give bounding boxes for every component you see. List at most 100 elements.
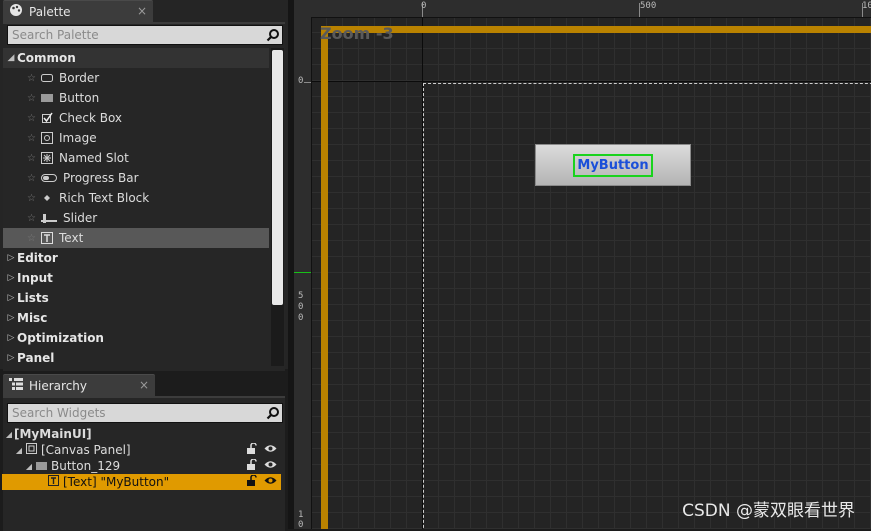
eye-icon[interactable] — [264, 475, 277, 489]
canvas-text-widget[interactable]: MyButton — [573, 153, 653, 177]
palette-search-input[interactable] — [8, 27, 264, 43]
category-label: Lists — [17, 291, 49, 305]
palette-icon — [9, 3, 23, 20]
palette-search[interactable] — [7, 25, 283, 45]
palette-item-label: Image — [59, 131, 97, 145]
eye-icon[interactable] — [264, 459, 277, 473]
hierarchy-row-button[interactable]: ◢ Button_129 — [2, 458, 281, 474]
collapsed-arrow-icon: ▷ — [7, 273, 15, 283]
origin-axis-horizontal — [312, 81, 871, 82]
palette-item-border[interactable]: ☆ Border — [3, 68, 266, 88]
palette-item-label: Named Slot — [59, 151, 129, 165]
collapsed-arrow-icon: ▷ — [7, 313, 15, 323]
star-icon[interactable]: ☆ — [27, 73, 39, 84]
hierarchy-row-canvas-panel[interactable]: ◢ [Canvas Panel] — [2, 442, 281, 458]
hierarchy-tab[interactable]: Hierarchy × — [3, 374, 155, 396]
category-label: Misc — [17, 311, 48, 325]
hierarchy-icon — [9, 378, 23, 393]
star-icon[interactable]: ☆ — [27, 213, 39, 224]
canvas-border-left — [321, 26, 328, 529]
hierarchy-search-input[interactable] — [8, 405, 264, 421]
star-icon[interactable]: ☆ — [27, 93, 39, 104]
progress-bar-icon — [41, 172, 57, 184]
close-icon[interactable]: × — [137, 4, 147, 18]
hierarchy-search[interactable] — [7, 403, 283, 423]
collapsed-arrow-icon: ▷ — [7, 293, 15, 303]
star-icon[interactable]: ☆ — [27, 173, 39, 184]
palette-item-label: Check Box — [59, 111, 123, 125]
hierarchy-row-text[interactable]: [Text] "MyButton" — [2, 474, 281, 490]
category-lists[interactable]: ▷ Lists — [3, 288, 49, 308]
palette-panel: Palette × ◢ Common ☆ Border ☆ Button ☆ C… — [0, 0, 288, 371]
palette-item-progress-bar[interactable]: ☆ Progress Bar — [3, 168, 266, 188]
slider-icon — [41, 212, 57, 224]
button-icon — [41, 92, 53, 104]
palette-item-named-slot[interactable]: ☆ Named Slot — [3, 148, 266, 168]
palette-item-label: Border — [59, 71, 100, 85]
category-editor[interactable]: ▷ Editor — [3, 248, 58, 268]
ruler-guide — [294, 272, 311, 273]
collapsed-arrow-icon: ▷ — [7, 253, 15, 263]
ruler-label: 5 — [298, 291, 304, 301]
canvas-button-widget[interactable]: MyButton — [535, 144, 691, 186]
category-label: Panel — [17, 351, 55, 365]
category-input[interactable]: ▷ Input — [3, 268, 53, 288]
ruler-label: 10 — [862, 1, 871, 11]
ruler-label: 0 — [421, 1, 427, 11]
hierarchy-row-label: [MyMainUI] — [14, 427, 92, 441]
palette-item-text[interactable]: ☆ Text — [3, 228, 269, 248]
search-icon[interactable] — [264, 26, 282, 44]
palette-item-image[interactable]: ☆ Image — [3, 128, 266, 148]
ruler-label: 0 — [298, 313, 304, 323]
image-icon — [41, 132, 53, 144]
palette-item-label: Button — [59, 91, 100, 105]
palette-scrollbar[interactable] — [271, 48, 284, 366]
star-icon[interactable]: ☆ — [27, 113, 39, 124]
hierarchy-panel: Hierarchy × ◢ [MyMainUI] ◢ [Canvas Panel… — [0, 372, 288, 531]
star-icon[interactable]: ☆ — [27, 193, 39, 204]
palette-item-label: Slider — [63, 211, 98, 225]
ruler-label: 0 — [298, 76, 304, 86]
zoom-label: Zoom -3 — [320, 24, 394, 43]
palette-scroll-thumb[interactable] — [272, 50, 283, 305]
collapsed-arrow-icon: ▷ — [7, 333, 15, 343]
palette-item-slider[interactable]: ☆ Slider — [3, 208, 266, 228]
category-misc[interactable]: ▷ Misc — [3, 308, 48, 328]
category-panel[interactable]: ▷ Panel — [3, 348, 55, 368]
hierarchy-row-root[interactable]: ◢ [MyMainUI] — [2, 426, 281, 442]
category-common[interactable]: ◢ Common — [3, 48, 269, 68]
horizontal-ruler: 0 500 10 — [294, 0, 871, 18]
palette-item-rich-text-block[interactable]: ☆ Rich Text Block — [3, 188, 266, 208]
rich-text-icon — [41, 192, 53, 204]
lock-icon[interactable] — [246, 442, 258, 457]
close-icon[interactable]: × — [139, 378, 149, 392]
text-icon — [48, 475, 59, 489]
lock-icon[interactable] — [246, 474, 258, 489]
category-label: Input — [17, 271, 53, 285]
star-icon[interactable]: ☆ — [27, 153, 39, 164]
palette-item-check-box[interactable]: ☆ Check Box — [3, 108, 266, 128]
palette-item-label: Rich Text Block — [59, 191, 150, 205]
hierarchy-row-label: [Text] "MyButton" — [63, 475, 170, 489]
lock-icon[interactable] — [246, 458, 258, 473]
category-label: Common — [17, 51, 76, 65]
ruler-tick — [304, 82, 311, 83]
palette-item-label: Text — [59, 231, 84, 245]
star-icon[interactable]: ☆ — [27, 233, 39, 244]
category-label: Optimization — [17, 331, 104, 345]
ruler-label: 500 — [640, 1, 657, 11]
palette-tab[interactable]: Palette × — [3, 0, 153, 22]
category-optimization[interactable]: ▷ Optimization — [3, 328, 104, 348]
eye-icon[interactable] — [264, 443, 277, 457]
star-icon[interactable]: ☆ — [27, 133, 39, 144]
watermark: CSDN @蒙双眼看世界 — [682, 501, 855, 521]
expanded-arrow-icon: ◢ — [25, 461, 33, 471]
designer-canvas[interactable]: Zoom -3 MyButton — [312, 18, 871, 529]
expanded-arrow-icon: ◢ — [15, 445, 23, 455]
collapsed-arrow-icon: ▷ — [7, 353, 15, 363]
button-icon — [36, 459, 47, 473]
search-icon[interactable] — [264, 404, 282, 422]
palette-item-button[interactable]: ☆ Button — [3, 88, 266, 108]
text-icon — [41, 232, 53, 244]
vertical-ruler: 0 5 0 0 1 0 — [294, 17, 312, 530]
